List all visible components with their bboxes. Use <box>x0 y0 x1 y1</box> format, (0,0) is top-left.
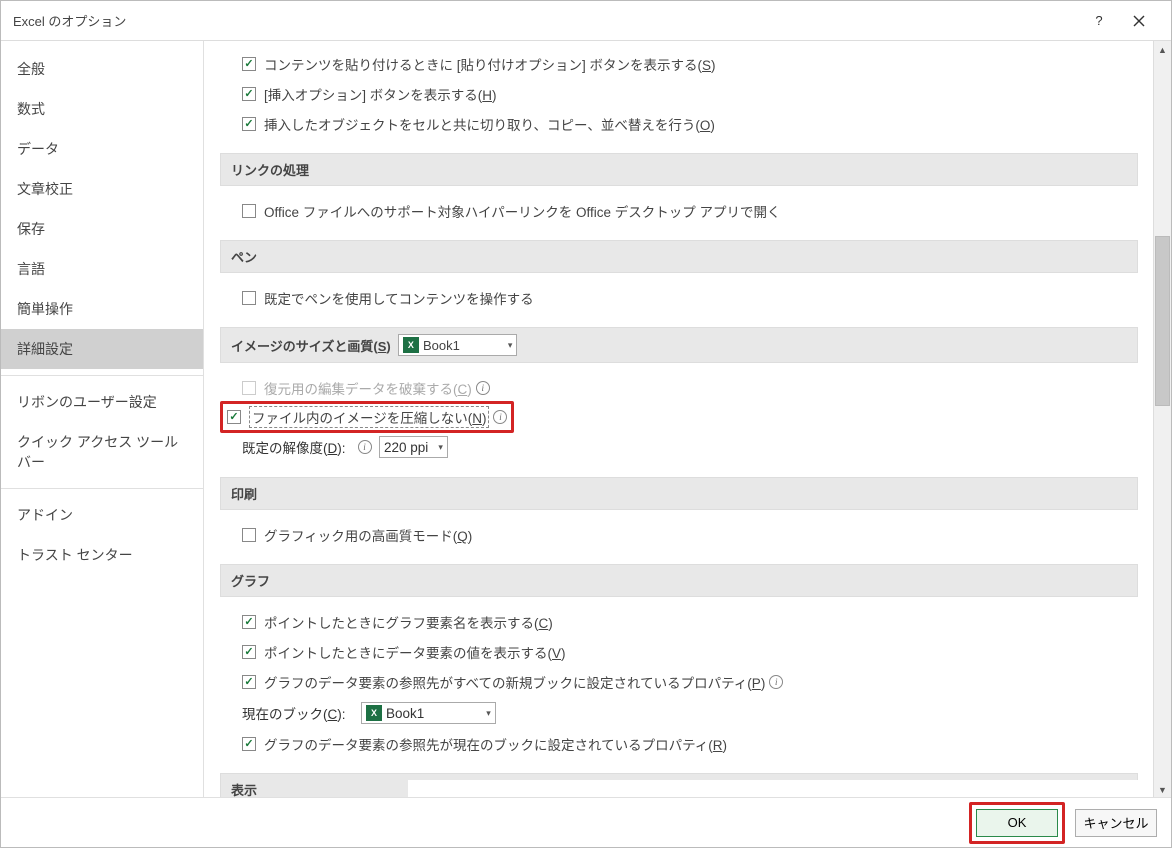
option-cut-copy-objects: 挿入したオブジェクトをセルと共に切り取り、コピー、並べ替えを行う(O) <box>220 109 1138 139</box>
dropdown-value: Book1 <box>386 706 424 721</box>
option-no-compress-highlight: ファイル内のイメージを圧縮しない(N) i <box>220 401 514 433</box>
chevron-down-icon: ▾ <box>438 442 443 453</box>
info-icon[interactable]: i <box>493 410 507 424</box>
section-link-handling: リンクの処理 <box>220 153 1138 186</box>
sidebar: 全般 数式 データ 文章校正 保存 言語 簡単操作 詳細設定 リボンのユーザー設… <box>1 41 204 799</box>
checkbox-chart-ref-newbook[interactable] <box>242 675 256 689</box>
dialog-footer: OK キャンセル <box>1 797 1171 847</box>
section-pen: ペン <box>220 240 1138 273</box>
label-insert-options: [挿入オプション] ボタンを表示する(H) <box>264 84 497 104</box>
option-discard-edit: 復元用の編集データを破棄する(C) i <box>220 373 1138 403</box>
checkbox-office-link[interactable] <box>242 204 256 218</box>
vertical-scrollbar[interactable]: ▲ ▼ <box>1153 41 1171 799</box>
section-image-size: イメージのサイズと画質(S) X Book1 ▾ <box>220 327 1138 363</box>
checkbox-chart-name-hover[interactable] <box>242 615 256 629</box>
section-chart: グラフ <box>220 564 1138 597</box>
sidebar-item-accessibility[interactable]: 簡単操作 <box>1 289 203 329</box>
options-content: コンテンツを貼り付けるときに [貼り付けオプション] ボタンを表示する(S) [… <box>204 41 1153 799</box>
label-chart-name-hover: ポイントしたときにグラフ要素名を表示する(C) <box>264 612 553 632</box>
checkbox-chart-ref-curbook[interactable] <box>242 737 256 751</box>
sidebar-item-data[interactable]: データ <box>1 129 203 169</box>
option-insert-options: [挿入オプション] ボタンを表示する(H) <box>220 79 1138 109</box>
option-chart-value-hover: ポイントしたときにデータ要素の値を表示する(V) <box>220 637 1138 667</box>
label-office-link: Office ファイルへのサポート対象ハイパーリンクを Office デスクトッ… <box>264 201 781 221</box>
sidebar-item-trust[interactable]: トラスト センター <box>1 535 203 575</box>
titlebar: Excel のオプション ? <box>1 1 1171 41</box>
sidebar-item-addins[interactable]: アドイン <box>1 495 203 535</box>
info-icon[interactable]: i <box>476 381 490 395</box>
option-chart-ref-newbook: グラフのデータ要素の参照先がすべての新規ブックに設定されているプロパティ(P) … <box>220 667 1138 697</box>
label-cut-copy-objects: 挿入したオブジェクトをセルと共に切り取り、コピー、並べ替えを行う(O) <box>264 114 715 134</box>
checkbox-discard-edit[interactable] <box>242 381 256 395</box>
sidebar-item-advanced[interactable]: 詳細設定 <box>1 329 203 369</box>
image-size-book-dropdown[interactable]: X Book1 ▾ <box>398 334 517 356</box>
close-icon <box>1133 15 1145 27</box>
option-hq-graphics: グラフィック用の高画質モード(Q) <box>220 520 1138 550</box>
sidebar-item-language[interactable]: 言語 <box>1 249 203 289</box>
label-no-compress: ファイル内のイメージを圧縮しない(N) <box>249 406 489 428</box>
checkbox-insert-options[interactable] <box>242 87 256 101</box>
excel-icon: X <box>403 337 419 353</box>
section-print: 印刷 <box>220 477 1138 510</box>
chevron-down-icon: ▾ <box>508 340 513 351</box>
sidebar-item-qat[interactable]: クイック アクセス ツール バー <box>1 422 203 482</box>
section-image-size-label: イメージのサイズと画質(S) <box>231 336 391 355</box>
sidebar-item-ribbon[interactable]: リボンのユーザー設定 <box>1 382 203 422</box>
help-button[interactable]: ? <box>1079 1 1119 41</box>
checkbox-chart-value-hover[interactable] <box>242 645 256 659</box>
checkbox-cut-copy-objects[interactable] <box>242 117 256 131</box>
content-cutoff-fade <box>408 780 1153 798</box>
option-current-book: 現在のブック(C): X Book1 ▾ <box>220 697 1138 729</box>
option-chart-name-hover: ポイントしたときにグラフ要素名を表示する(C) <box>220 607 1138 637</box>
label-default-res: 既定の解像度(D): <box>242 437 346 457</box>
sidebar-item-save[interactable]: 保存 <box>1 209 203 249</box>
info-icon[interactable]: i <box>358 440 372 454</box>
sidebar-item-proofing[interactable]: 文章校正 <box>1 169 203 209</box>
option-chart-ref-curbook: グラフのデータ要素の参照先が現在のブックに設定されているプロパティ(R) <box>220 729 1138 759</box>
option-pen-default: 既定でペンを使用してコンテンツを操作する <box>220 283 1138 313</box>
label-pen-default: 既定でペンを使用してコンテンツを操作する <box>264 288 534 308</box>
sidebar-separator <box>1 488 203 489</box>
label-chart-ref-curbook: グラフのデータ要素の参照先が現在のブックに設定されているプロパティ(R) <box>264 734 727 754</box>
info-icon[interactable]: i <box>769 675 783 689</box>
resolution-dropdown[interactable]: 220 ppi ▾ <box>379 436 448 458</box>
ok-highlight: OK <box>969 802 1065 844</box>
dropdown-value: 220 ppi <box>384 440 428 455</box>
close-button[interactable] <box>1119 1 1159 41</box>
checkbox-pen-default[interactable] <box>242 291 256 305</box>
label-paste-options: コンテンツを貼り付けるときに [貼り付けオプション] ボタンを表示する(S) <box>264 54 716 74</box>
chevron-down-icon: ▾ <box>486 708 491 719</box>
scroll-thumb[interactable] <box>1155 236 1170 406</box>
checkbox-no-compress[interactable] <box>227 410 241 424</box>
label-chart-ref-newbook: グラフのデータ要素の参照先がすべての新規ブックに設定されているプロパティ(P) <box>264 672 765 692</box>
label-discard-edit: 復元用の編集データを破棄する(C) <box>264 378 472 398</box>
sidebar-item-formulas[interactable]: 数式 <box>1 89 203 129</box>
scroll-up-icon[interactable]: ▲ <box>1154 41 1171 59</box>
option-paste-options: コンテンツを貼り付けるときに [貼り付けオプション] ボタンを表示する(S) <box>220 49 1138 79</box>
checkbox-hq-graphics[interactable] <box>242 528 256 542</box>
label-chart-value-hover: ポイントしたときにデータ要素の値を表示する(V) <box>264 642 566 662</box>
sidebar-item-general[interactable]: 全般 <box>1 49 203 89</box>
current-book-dropdown[interactable]: X Book1 ▾ <box>361 702 496 724</box>
label-hq-graphics: グラフィック用の高画質モード(Q) <box>264 525 472 545</box>
dropdown-value: Book1 <box>423 338 460 353</box>
checkbox-paste-options[interactable] <box>242 57 256 71</box>
cancel-button[interactable]: キャンセル <box>1075 809 1157 837</box>
window-title: Excel のオプション <box>13 11 1079 30</box>
ok-button[interactable]: OK <box>976 809 1058 837</box>
option-default-resolution: 既定の解像度(D): i 220 ppi ▾ <box>220 431 1138 463</box>
excel-icon: X <box>366 705 382 721</box>
label-current-book: 現在のブック(C): <box>242 703 346 723</box>
sidebar-separator <box>1 375 203 376</box>
option-office-link: Office ファイルへのサポート対象ハイパーリンクを Office デスクトッ… <box>220 196 1138 226</box>
